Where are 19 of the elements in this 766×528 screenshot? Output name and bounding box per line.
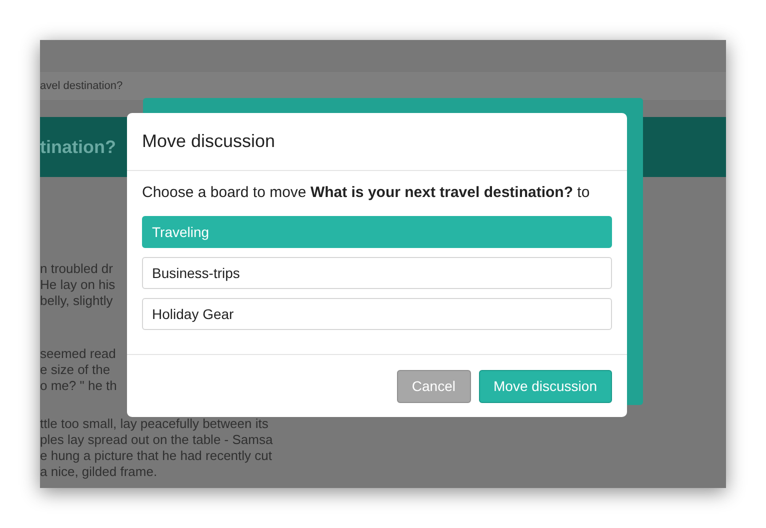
paragraph-line: seemed read xyxy=(40,346,117,362)
paragraph-line: belly, slightly xyxy=(40,293,114,309)
dialog-message: Choose a board to move What is your next travel destination? to xyxy=(142,184,591,201)
board-option[interactable]: Business-trips xyxy=(142,257,612,289)
paragraph-line: ples lay spread out on the table - Samsa xyxy=(40,432,274,448)
board-option[interactable]: Holiday Gear xyxy=(142,298,612,330)
paragraph-line: He lay on his xyxy=(40,277,116,293)
dialog-title: Move discussion xyxy=(142,131,276,152)
paragraph-line: ttle too small, lay peacefully between its xyxy=(40,416,270,432)
page-heading: tination? xyxy=(40,136,116,158)
move-button[interactable]: Move discussion xyxy=(478,370,612,402)
cancel-button[interactable]: Cancel xyxy=(396,370,470,402)
paragraph-line: e hung a picture that he had recently cut xyxy=(40,448,273,464)
paragraph-line: a nice, gilded frame. xyxy=(40,464,158,480)
paragraph-line: o me? " he th xyxy=(40,378,118,394)
board-option[interactable]: Traveling xyxy=(142,216,612,248)
breadcrumb: avel destination? xyxy=(40,80,123,92)
paragraph-line: n troubled dr xyxy=(40,261,114,277)
paragraph-line: e size of the xyxy=(40,362,112,378)
